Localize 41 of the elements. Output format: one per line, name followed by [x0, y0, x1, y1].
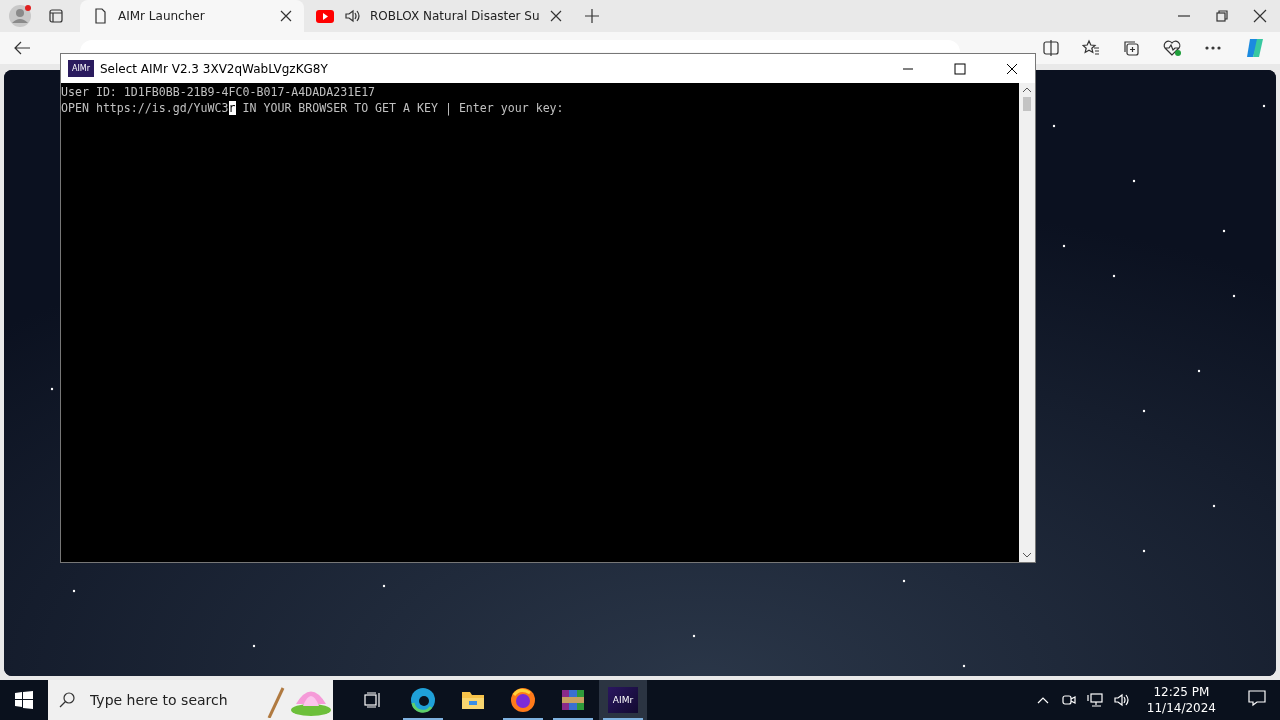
firefox-icon[interactable] [510, 687, 536, 713]
winrar-icon[interactable] [561, 688, 585, 712]
camera-icon[interactable] [1060, 692, 1077, 708]
scrollbar-thumb[interactable] [1023, 97, 1031, 111]
network-icon[interactable] [1086, 692, 1103, 708]
new-tab-icon[interactable] [583, 8, 600, 24]
search-icon [58, 691, 76, 709]
clock[interactable]: 12:25 PM 11/14/2024 [1138, 684, 1224, 716]
app-icon: AIMr [68, 60, 94, 77]
close-icon[interactable] [549, 10, 562, 22]
aimr-app-icon[interactable]: AIMr [608, 687, 638, 713]
search-box[interactable]: Type here to search [48, 680, 333, 720]
close-icon[interactable] [280, 10, 292, 22]
window-title: Select AIMr V2.3 3XV2qWabLVgzKG8Y [100, 61, 329, 76]
speaker-icon [344, 8, 360, 24]
scroll-down-icon[interactable] [1023, 552, 1031, 558]
console-line: User ID: 1D1FB0BB-21B9-4FC0-B017-A4DADA231E17 [61, 84, 376, 100]
close-icon[interactable] [1252, 8, 1268, 24]
split-screen-icon[interactable] [1042, 39, 1060, 57]
scrollbar[interactable] [1019, 83, 1035, 562]
tab-actions-icon[interactable] [48, 8, 64, 24]
heart-pulse-icon[interactable] [1162, 39, 1182, 57]
youtube-icon [316, 9, 334, 23]
maximize-icon[interactable] [954, 62, 966, 75]
browser-tab[interactable]: AIMr Launcher [80, 0, 304, 32]
browser-tab[interactable]: ROBLOX Natural Disaster Su [304, 0, 574, 32]
scroll-up-icon[interactable] [1023, 87, 1031, 93]
windows-logo-icon[interactable] [15, 691, 33, 709]
edge-icon[interactable] [410, 687, 436, 713]
task-view-icon[interactable] [363, 690, 383, 710]
volume-icon[interactable] [1112, 692, 1129, 708]
search-field[interactable]: Type here to search [88, 691, 262, 709]
page-icon [92, 8, 108, 24]
notification-icon[interactable] [1248, 689, 1266, 707]
restore-icon[interactable] [1214, 8, 1230, 24]
collections-icon[interactable] [1122, 39, 1140, 57]
close-icon[interactable] [1006, 62, 1018, 75]
profile-avatar-icon[interactable] [8, 4, 32, 28]
favorites-icon[interactable] [1082, 39, 1100, 57]
console-line: OPEN https://is.gd/YuWC3r IN YOUR BROWSER TO GET A KEY | Enter your key: [61, 100, 564, 116]
folder-icon[interactable] [461, 689, 485, 711]
